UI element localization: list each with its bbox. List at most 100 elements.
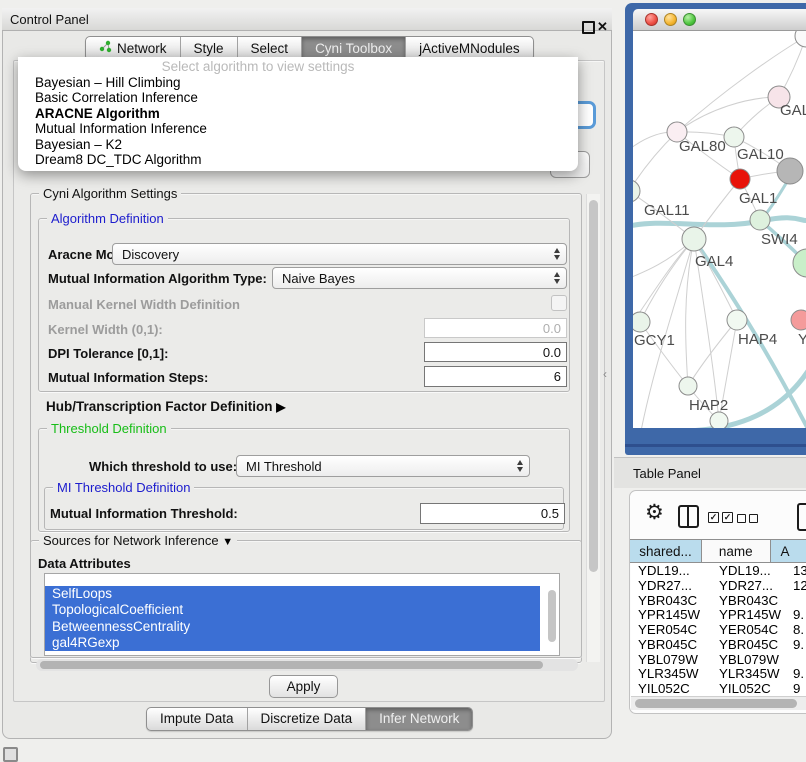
- node-label: GAL11: [644, 202, 690, 219]
- bottom-tab-impute-data[interactable]: Impute Data: [147, 708, 247, 730]
- network-edge[interactable]: [688, 320, 737, 386]
- network-node-y[interactable]: [791, 310, 806, 330]
- settings-horizontal-scrollbar[interactable]: [36, 659, 578, 671]
- column-header-a[interactable]: A: [771, 540, 806, 562]
- algorithm-item-mutual-information-inference[interactable]: Mutual Information Inference: [18, 121, 578, 136]
- network-node[interactable]: [710, 412, 728, 428]
- network-node[interactable]: [777, 158, 803, 184]
- network-canvas[interactable]: GALGAL80GAL10GAL1GAL11SWI4GAL4GCY1HAP4YH…: [633, 31, 806, 428]
- manual-kernel-width-checkbox[interactable]: [551, 295, 567, 311]
- mi-steps-label: Mutual Information Steps:: [48, 370, 208, 385]
- list-item[interactable]: gal4RGexp: [45, 635, 540, 651]
- algorithm-popup-prompt: Select algorithm to view settings: [18, 57, 578, 75]
- list-item[interactable]: TopologicalCoefficient: [45, 602, 540, 618]
- network-node[interactable]: [795, 31, 806, 47]
- sources-title[interactable]: Sources for Network Inference ▼: [39, 533, 237, 548]
- table-header: shared...nameA: [630, 539, 806, 563]
- algorithm-item-basic-correlation-inference[interactable]: Basic Correlation Inference: [18, 90, 578, 105]
- control-panel-titlebar[interactable]: Control Panel ✕: [2, 8, 612, 31]
- network-edge[interactable]: [633, 132, 677, 191]
- mi-steps-input[interactable]: [424, 366, 567, 387]
- mi-algorithm-type-combo[interactable]: Naive Bayes: [272, 267, 567, 289]
- attributes-list-scrollbar[interactable]: [546, 576, 557, 653]
- data-attributes-list[interactable]: SelfLoopsTopologicalCoefficientBetweenne…: [44, 573, 560, 656]
- node-label: Y: [798, 331, 806, 348]
- minimized-panel-icon[interactable]: [3, 747, 18, 762]
- window-frame-band: [625, 444, 806, 447]
- algorithm-definition-title: Algorithm Definition: [47, 211, 168, 226]
- close-button[interactable]: [645, 13, 658, 26]
- table-rows: YDL19...YDL19...13YDR27...YDR27...12YBR0…: [631, 563, 806, 696]
- table-row[interactable]: YBL079WYBL079W: [631, 652, 806, 667]
- close-icon[interactable]: ✕: [597, 19, 608, 35]
- network-node-gcy1[interactable]: [633, 312, 650, 332]
- mi-algorithm-type-label: Mutual Information Algorithm Type:: [48, 271, 267, 286]
- checked-pair-icon[interactable]: ✓✓: [708, 512, 733, 523]
- network-window-titlebar[interactable]: [633, 9, 806, 31]
- collapsed-arrow-icon: ▶: [276, 400, 285, 414]
- panel-divider-handle[interactable]: ‹: [603, 367, 607, 381]
- mi-threshold-input[interactable]: [420, 503, 565, 524]
- screen: Control Panel ✕ NetworkStyleSelectCyni T…: [0, 0, 806, 762]
- control-panel-title: Control Panel: [10, 12, 89, 27]
- column-split-icon[interactable]: [678, 505, 699, 528]
- table-row[interactable]: YDL19...YDL19...13: [631, 563, 806, 578]
- algorithm-item-aracne-algorithm[interactable]: ARACNE Algorithm: [18, 106, 578, 121]
- scrollbar-thumb[interactable]: [589, 200, 598, 572]
- table-row[interactable]: YPR145WYPR145W9.: [631, 607, 806, 622]
- network-node-hap4[interactable]: [727, 310, 747, 330]
- network-edge[interactable]: [677, 97, 779, 132]
- float-icon[interactable]: [582, 21, 595, 34]
- table-row[interactable]: YIL052CYIL052C9: [631, 681, 806, 696]
- network-node-gal1[interactable]: [730, 169, 750, 189]
- algorithm-popup-list: Bayesian – Hill ClimbingBasic Correlatio…: [18, 75, 578, 167]
- scrollbar-thumb[interactable]: [635, 699, 797, 708]
- table-row[interactable]: YBR043CYBR043C: [631, 593, 806, 608]
- column-header-name[interactable]: name: [702, 540, 770, 562]
- combo-arrows-icon: [554, 272, 560, 284]
- combo-arrows-icon: [517, 460, 523, 472]
- table-row[interactable]: YBR045CYBR045C9.: [631, 637, 806, 652]
- scrollbar-thumb[interactable]: [40, 661, 543, 669]
- network-edge[interactable]: [669, 363, 806, 428]
- kernel-width-label: Kernel Width (0,1):: [48, 322, 163, 337]
- scrollbar-thumb[interactable]: [548, 590, 556, 642]
- which-threshold-combo[interactable]: MI Threshold: [236, 455, 530, 477]
- algorithm-item-bayesian-hill-climbing[interactable]: Bayesian – Hill Climbing: [18, 75, 578, 90]
- table-row[interactable]: YER054CYER054C8.: [631, 622, 806, 637]
- network-view-window: GALGAL80GAL10GAL1GAL11SWI4GAL4GCY1HAP4YH…: [625, 3, 806, 455]
- hub-definition-toggle[interactable]: Hub/Transcription Factor Definition ▶: [46, 399, 286, 414]
- network-edge[interactable]: [686, 239, 694, 386]
- apply-button[interactable]: Apply: [269, 675, 338, 698]
- kernel-width-input[interactable]: [424, 318, 567, 338]
- gear-icon[interactable]: ⚙: [645, 502, 664, 523]
- node-label: GAL4: [695, 253, 733, 270]
- network-node-gal4[interactable]: [682, 227, 706, 251]
- node-label: GAL80: [679, 138, 726, 155]
- bottom-tab-discretize-data[interactable]: Discretize Data: [247, 708, 366, 730]
- bottom-tab-infer-network[interactable]: Infer Network: [365, 708, 472, 730]
- network-node-swi4[interactable]: [750, 210, 770, 230]
- column-header-shared-[interactable]: shared...: [630, 540, 702, 562]
- table-row[interactable]: YDR27...YDR27...12: [631, 578, 806, 593]
- table-horizontal-scrollbar[interactable]: [631, 696, 806, 710]
- network-node-gal10[interactable]: [724, 127, 744, 147]
- list-item[interactable]: SelfLoops: [45, 586, 540, 602]
- algorithm-item-bayesian-k2[interactable]: Bayesian – K2: [18, 137, 578, 152]
- settings-vertical-scrollbar[interactable]: [586, 194, 600, 662]
- node-label: GAL: [780, 102, 806, 119]
- network-node-hap2[interactable]: [679, 377, 697, 395]
- combo-arrows-icon: [554, 248, 560, 260]
- partial-icon[interactable]: [797, 503, 806, 531]
- list-item[interactable]: BetweennessCentrality: [45, 619, 540, 635]
- aracne-mode-combo[interactable]: Discovery: [112, 243, 567, 265]
- zoom-button[interactable]: [683, 13, 696, 26]
- dpi-tolerance-input[interactable]: [424, 342, 567, 362]
- dpi-tolerance-label: DPI Tolerance [0,1]:: [48, 346, 168, 361]
- minimize-button[interactable]: [664, 13, 677, 26]
- algorithm-item-dream8-dc-tdc-algorithm[interactable]: Dream8 DC_TDC Algorithm: [18, 152, 578, 167]
- table-row[interactable]: YLR345WYLR345W9.: [631, 667, 806, 682]
- network-node-gal11[interactable]: [633, 180, 640, 202]
- node-label: HAP2: [689, 397, 728, 414]
- unchecked-pair-icon[interactable]: [737, 514, 758, 523]
